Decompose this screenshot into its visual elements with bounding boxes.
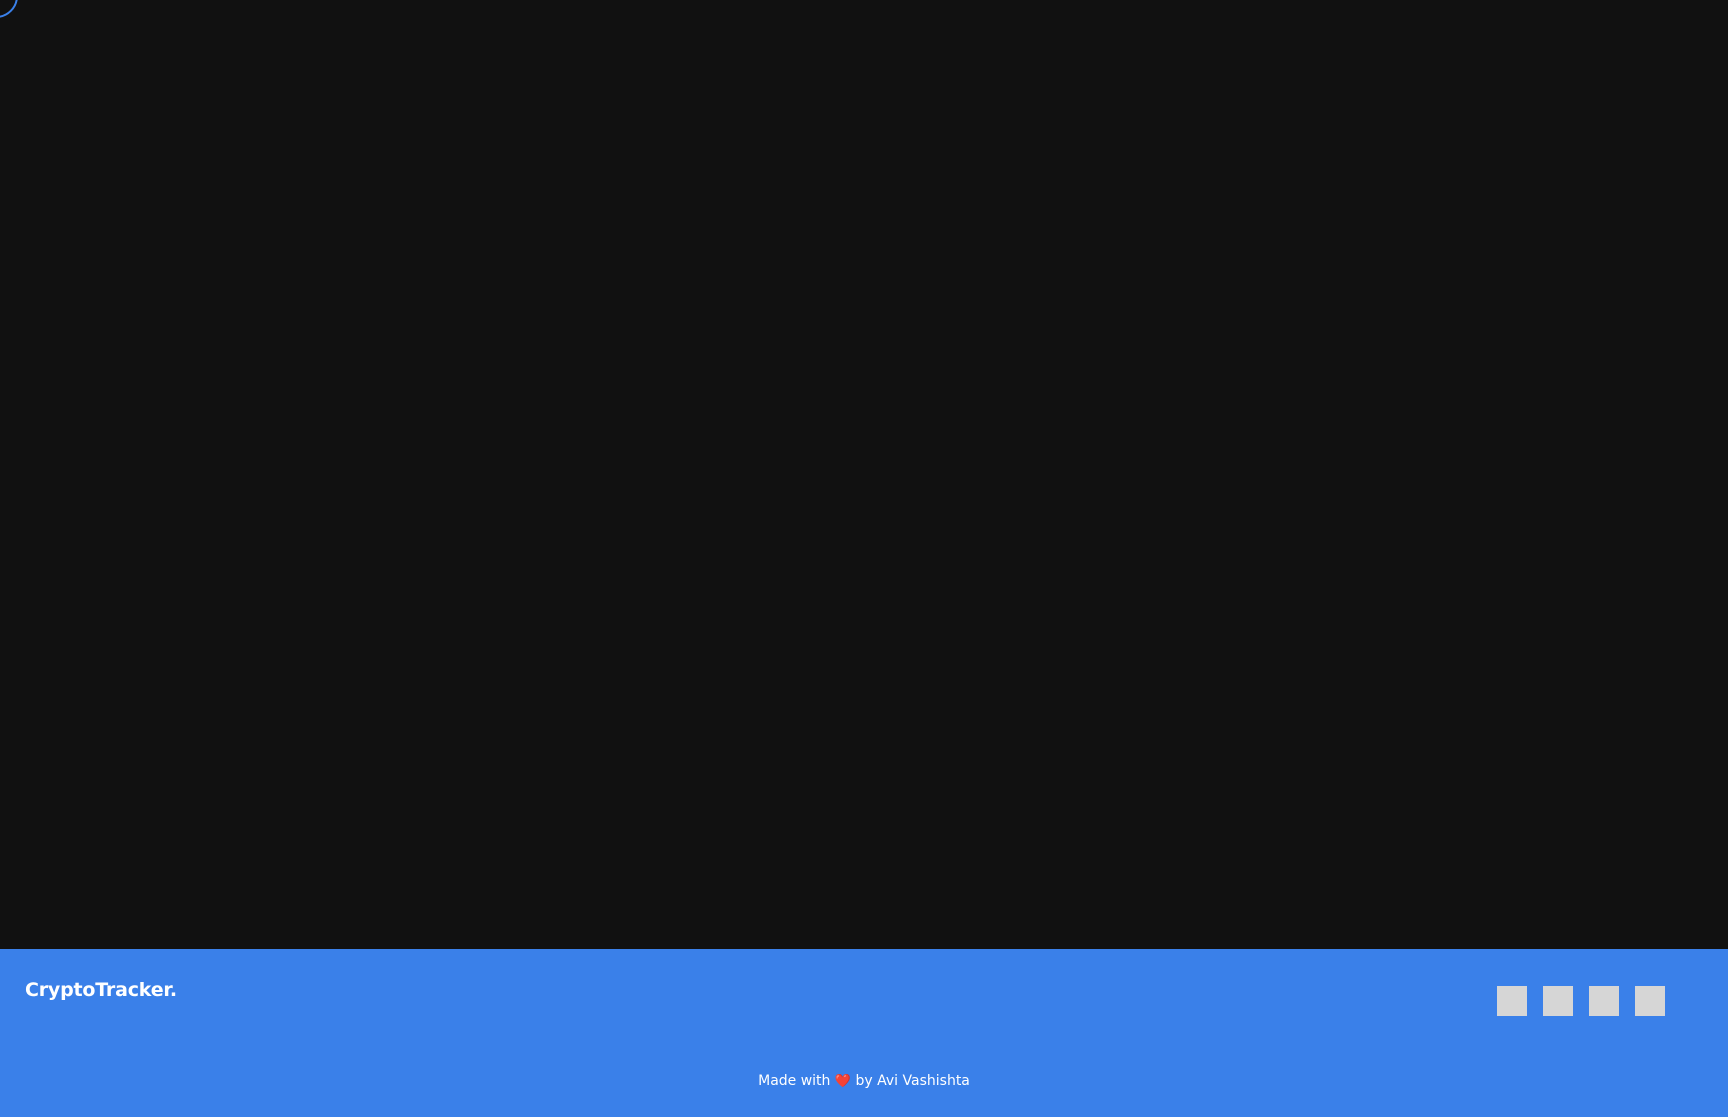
social-icon-4[interactable] xyxy=(1635,986,1665,1016)
credit-suffix: by Avi Vashishta xyxy=(855,1073,970,1089)
credit-prefix: Made with xyxy=(758,1073,831,1089)
footer-credit: Made with ❤️ by Avi Vashishta xyxy=(0,1073,1728,1089)
page: CryptoTracker. Made with ❤️ by Avi Vashi… xyxy=(0,0,1728,1117)
footer: CryptoTracker. Made with ❤️ by Avi Vashi… xyxy=(0,949,1728,1117)
heart-icon: ❤️ xyxy=(834,1074,852,1089)
loading-spinner-icon xyxy=(0,0,18,18)
main-content xyxy=(0,0,1728,949)
footer-logo[interactable]: CryptoTracker. xyxy=(25,979,177,1001)
social-icon-3[interactable] xyxy=(1589,986,1619,1016)
social-icon-1[interactable] xyxy=(1497,986,1527,1016)
social-icon-2[interactable] xyxy=(1543,986,1573,1016)
social-links xyxy=(1497,986,1665,1016)
